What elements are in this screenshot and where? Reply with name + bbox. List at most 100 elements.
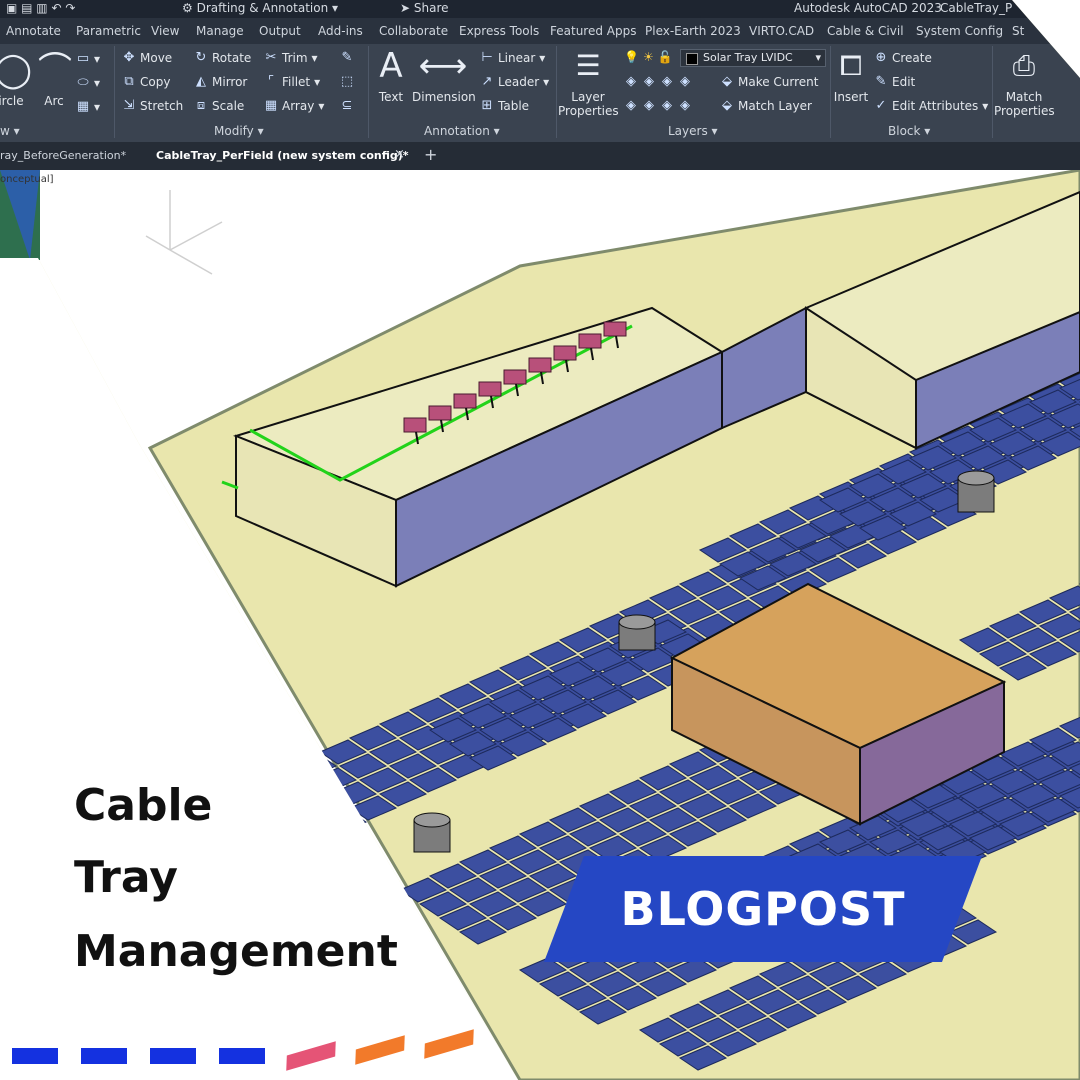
- text-button[interactable]: A Text: [374, 46, 408, 104]
- layer-dropdown-value: Solar Tray LVIDC: [703, 51, 793, 64]
- edit-attributes-label: Edit Attributes: [892, 99, 979, 113]
- inverter-unit: [403, 417, 427, 433]
- cylinder-object: [957, 470, 995, 513]
- bulb-icon: 💡: [624, 50, 639, 64]
- inverter-unit: [453, 393, 477, 409]
- inverter-unit: [528, 357, 552, 373]
- offset-tool-button[interactable]: ⊆: [340, 99, 354, 113]
- make-current-button[interactable]: ⬙ Make Current: [720, 74, 819, 90]
- tab-output[interactable]: Output: [259, 24, 301, 38]
- blogpost-badge-label: BLOGPOST: [620, 882, 906, 936]
- rectangle-button[interactable]: ▭ ▾: [76, 52, 100, 67]
- draw-group-label[interactable]: w ▾: [0, 124, 20, 138]
- layer-tool-icon: ◈: [644, 98, 654, 113]
- tab-express-tools[interactable]: Express Tools: [459, 24, 539, 38]
- decorative-dash: [286, 1041, 336, 1071]
- linear-button[interactable]: ⊢ Linear ▾: [480, 50, 545, 66]
- scale-button[interactable]: ⧈ Scale: [194, 98, 244, 114]
- arc-label: Arc: [44, 94, 64, 108]
- inverter-unit: [503, 369, 527, 385]
- tab-plex-earth[interactable]: Plex-Earth 2023: [645, 24, 741, 38]
- close-tab-icon[interactable]: ×: [394, 147, 405, 162]
- trim-button[interactable]: ✂ Trim ▾: [264, 51, 318, 66]
- leader-icon: ↗: [481, 74, 493, 89]
- layer-tools-row-1[interactable]: ◈ ◈ ◈ ◈: [624, 75, 692, 89]
- tab-manage[interactable]: Manage: [196, 24, 244, 38]
- ribbon-separator: [114, 46, 115, 138]
- inverter-unit: [428, 405, 452, 421]
- match-layer-label: Match Layer: [738, 99, 812, 113]
- edit-block-icon: ✎: [875, 74, 887, 89]
- match-layer-button[interactable]: ⬙ Match Layer: [720, 99, 812, 114]
- sun-icon: ☀: [642, 50, 654, 64]
- mirror-button[interactable]: ◭ Mirror: [194, 74, 247, 90]
- fillet-button[interactable]: ⌜ Fillet ▾: [264, 75, 320, 90]
- tab-view[interactable]: View: [151, 24, 179, 38]
- new-tab-icon[interactable]: +: [424, 145, 437, 164]
- ellipse-button[interactable]: ⬭ ▾: [76, 76, 100, 91]
- mirror-icon: ◭: [196, 74, 206, 89]
- insert-button[interactable]: ⧠ Insert: [832, 46, 870, 104]
- tab-truncated[interactable]: St: [1012, 24, 1024, 38]
- annotation-group-label[interactable]: Annotation ▾: [424, 124, 500, 138]
- viewport-style-label[interactable]: onceptual]: [0, 174, 54, 185]
- solar-panel: [318, 809, 368, 835]
- match-properties-label-2: Properties: [994, 104, 1055, 118]
- stretch-icon: ⇲: [123, 98, 135, 113]
- hatch-button[interactable]: ▦ ▾: [76, 99, 100, 115]
- share-button[interactable]: ➤ Share: [400, 1, 449, 15]
- layer-tools-row-2[interactable]: ◈ ◈ ◈ ◈: [624, 99, 692, 113]
- pencil-tool-button[interactable]: ✎: [340, 51, 354, 65]
- create-block-button[interactable]: ⊕ Create: [874, 50, 932, 66]
- workspace-selector[interactable]: ⚙ Drafting & Annotation ▾: [182, 1, 338, 15]
- move-button[interactable]: ✥ Move: [122, 51, 173, 66]
- table-button[interactable]: ⊞ Table: [480, 99, 529, 114]
- dimension-button[interactable]: ⟷ Dimension: [412, 46, 476, 104]
- layer-dropdown[interactable]: Solar Tray LVIDC ▾: [680, 49, 826, 67]
- block-group-label[interactable]: Block ▾: [888, 124, 930, 138]
- document-tab-bar: ray_BeforeGeneration* CableTray_PerField…: [0, 142, 1080, 170]
- tab-parametric[interactable]: Parametric: [76, 24, 141, 38]
- make-current-label: Make Current: [738, 75, 819, 89]
- tab-add-ins[interactable]: Add-ins: [318, 24, 363, 38]
- tab-featured-apps[interactable]: Featured Apps: [550, 24, 636, 38]
- linear-dimension-icon: ⊢: [481, 50, 493, 65]
- arc-button[interactable]: ⌒ Arc: [38, 50, 72, 108]
- layer-state-icons[interactable]: 💡 ☀ 🔓: [624, 50, 673, 64]
- edit-block-button[interactable]: ✎ Edit: [874, 74, 916, 90]
- layers-group-label[interactable]: Layers ▾: [668, 124, 718, 138]
- workspace-label: Drafting & Annotation: [196, 1, 329, 15]
- stretch-button[interactable]: ⇲ Stretch: [122, 98, 184, 114]
- create-block-icon: ⊕: [875, 50, 887, 65]
- copy-icon: ⧉: [124, 74, 134, 89]
- tab-cable-civil[interactable]: Cable & Civil: [827, 24, 904, 38]
- leader-button[interactable]: ↗ Leader ▾: [480, 74, 550, 90]
- stretch-label: Stretch: [140, 99, 184, 113]
- tab-virto-cad[interactable]: VIRTO.CAD: [749, 24, 814, 38]
- make-current-icon: ⬙: [722, 74, 732, 89]
- document-tab-before-generation[interactable]: ray_BeforeGeneration*: [0, 149, 126, 162]
- explode-tool-button[interactable]: ⬚: [340, 75, 354, 89]
- edit-attributes-button[interactable]: ✓ Edit Attributes ▾: [874, 99, 989, 114]
- match-properties-button[interactable]: ⎙ Match Properties: [994, 46, 1055, 118]
- tab-system-config[interactable]: System Config: [916, 24, 1003, 38]
- inverter-unit: [603, 321, 627, 337]
- tab-annotate[interactable]: Annotate: [6, 24, 61, 38]
- app-title: Autodesk AutoCAD 2023: [794, 1, 942, 15]
- array-button[interactable]: ▦ Array ▾: [264, 99, 325, 114]
- edit-block-label: Edit: [892, 75, 916, 89]
- copy-button[interactable]: ⧉ Copy: [122, 74, 170, 90]
- rotate-button[interactable]: ↻ Rotate: [194, 51, 252, 66]
- layer-properties-button[interactable]: ☰ Layer Properties: [558, 46, 619, 118]
- layer-tool-icon: ◈: [662, 74, 672, 89]
- circle-button[interactable]: ◯ ircle: [0, 50, 32, 108]
- quick-access-icons[interactable]: ▣ ▤ ▥ ↶ ↷: [6, 1, 75, 15]
- modify-group-label[interactable]: Modify ▾: [214, 124, 264, 138]
- pencil-icon: ✎: [341, 50, 353, 65]
- move-label: Move: [140, 51, 173, 65]
- document-tab-per-field[interactable]: CableTray_PerField (new system config)*: [156, 149, 409, 162]
- tab-collaborate[interactable]: Collaborate: [379, 24, 448, 38]
- scale-icon: ⧈: [196, 98, 206, 113]
- layer-tool-icon: ◈: [626, 74, 636, 89]
- hatch-icon: ▦: [76, 99, 90, 114]
